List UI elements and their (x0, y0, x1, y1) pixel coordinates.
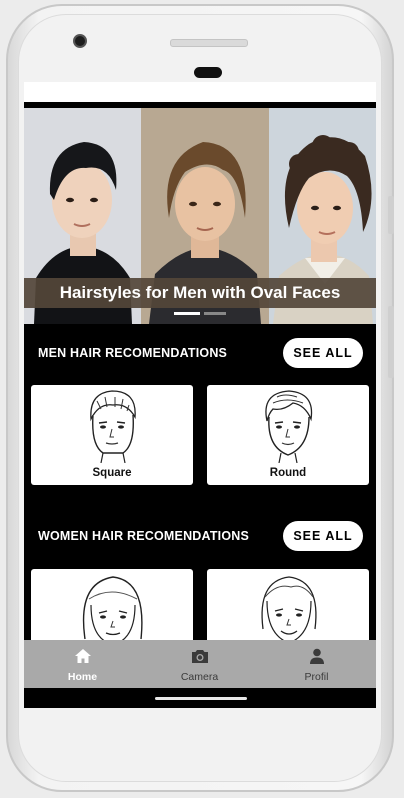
camera-icon (191, 650, 208, 663)
nav-label-camera: Camera (180, 671, 219, 683)
app-screen: Hairstyles for Men with Oval Faces MEN H… (24, 82, 376, 708)
earpiece-speaker (170, 39, 248, 47)
women-see-all-button[interactable]: SEE ALL (283, 521, 363, 551)
nav-item-home[interactable]: Home (24, 640, 141, 688)
men-section-title: MEN HAIR RECOMENDATIONS (38, 346, 228, 360)
hero-carousel[interactable]: Hairstyles for Men with Oval Faces (24, 108, 376, 324)
men-card-round[interactable]: Round (207, 385, 369, 485)
power-button (388, 306, 394, 378)
person-icon (309, 648, 324, 664)
nav-item-profil[interactable]: Profil (258, 640, 375, 688)
round-face-illustration (265, 390, 313, 464)
nav-label-profil: Profil (304, 671, 329, 683)
men-card-square[interactable]: Square (31, 385, 193, 485)
home-indicator[interactable] (155, 697, 247, 700)
volume-button (388, 196, 394, 234)
home-icon (74, 649, 91, 663)
carousel-dot[interactable] (204, 312, 226, 315)
bottom-navigation: Home Camera Profil (24, 640, 376, 688)
card-label: Round (269, 467, 307, 479)
front-camera (73, 34, 87, 48)
carousel-dot-active[interactable] (174, 312, 200, 315)
square-face-illustration (90, 390, 136, 464)
sensor-pill (194, 67, 222, 78)
nav-item-camera[interactable]: Camera (141, 640, 258, 688)
card-label: Square (92, 467, 132, 479)
hero-caption: Hairstyles for Men with Oval Faces (24, 278, 376, 308)
men-see-all-button[interactable]: SEE ALL (283, 338, 363, 368)
status-bar (24, 82, 376, 102)
nav-label-home: Home (67, 671, 98, 683)
carousel-indicator (174, 312, 226, 315)
women-section-title: WOMEN HAIR RECOMENDATIONS (38, 529, 250, 543)
